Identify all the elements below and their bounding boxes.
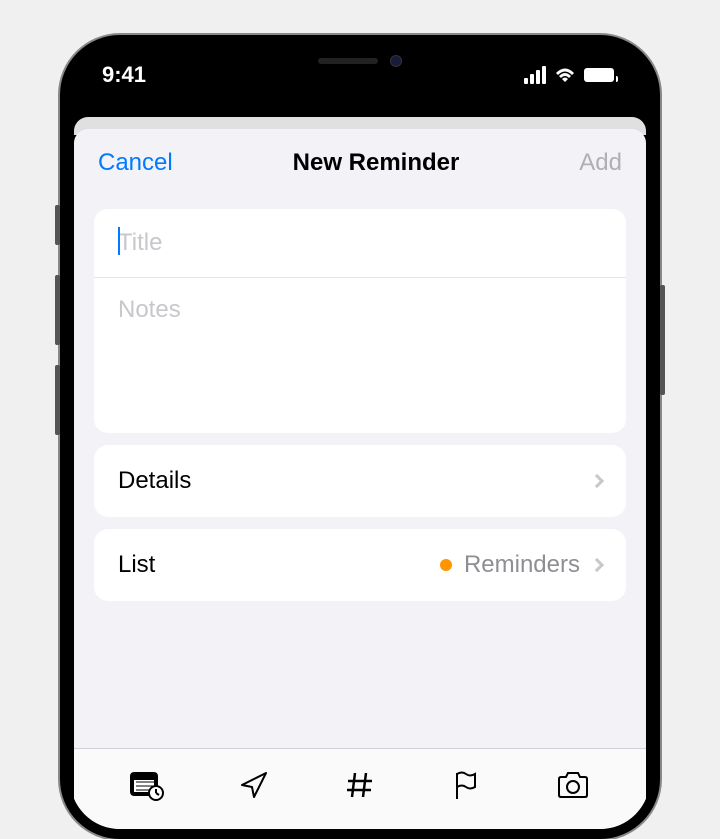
status-time: 9:41 xyxy=(102,62,146,88)
quick-toolbar xyxy=(74,748,646,829)
new-reminder-modal: Cancel New Reminder Add Details xyxy=(74,129,646,829)
notch xyxy=(260,45,460,77)
list-value: Reminders xyxy=(464,551,580,579)
volume-up xyxy=(55,275,60,345)
mute-switch xyxy=(55,205,60,245)
flag-button[interactable] xyxy=(446,765,486,805)
details-label: Details xyxy=(118,467,191,495)
chevron-right-icon xyxy=(590,558,604,572)
modal-title: New Reminder xyxy=(293,149,460,177)
list-row[interactable]: List Reminders xyxy=(94,529,626,601)
wifi-icon xyxy=(554,66,576,84)
cellular-signal-icon xyxy=(522,66,546,84)
details-row[interactable]: Details xyxy=(94,445,626,517)
list-color-dot xyxy=(440,559,452,571)
front-camera xyxy=(390,55,402,67)
chevron-right-icon xyxy=(590,474,604,488)
phone-frame: 9:41 Cancel New Reminder Add xyxy=(60,35,660,839)
list-label: List xyxy=(118,551,155,579)
camera-button[interactable] xyxy=(553,765,593,805)
date-time-button[interactable] xyxy=(127,765,167,805)
power-button xyxy=(660,285,665,395)
modal-header: Cancel New Reminder Add xyxy=(74,129,646,197)
add-button[interactable]: Add xyxy=(579,149,622,177)
tag-button[interactable] xyxy=(340,765,380,805)
battery-icon xyxy=(584,68,618,82)
cancel-button[interactable]: Cancel xyxy=(98,149,173,177)
title-input[interactable] xyxy=(94,209,626,278)
text-cursor xyxy=(118,227,120,255)
location-button[interactable] xyxy=(234,765,274,805)
title-notes-card xyxy=(94,209,626,433)
speaker xyxy=(318,58,378,64)
volume-down xyxy=(55,365,60,435)
notes-input[interactable] xyxy=(94,278,626,428)
